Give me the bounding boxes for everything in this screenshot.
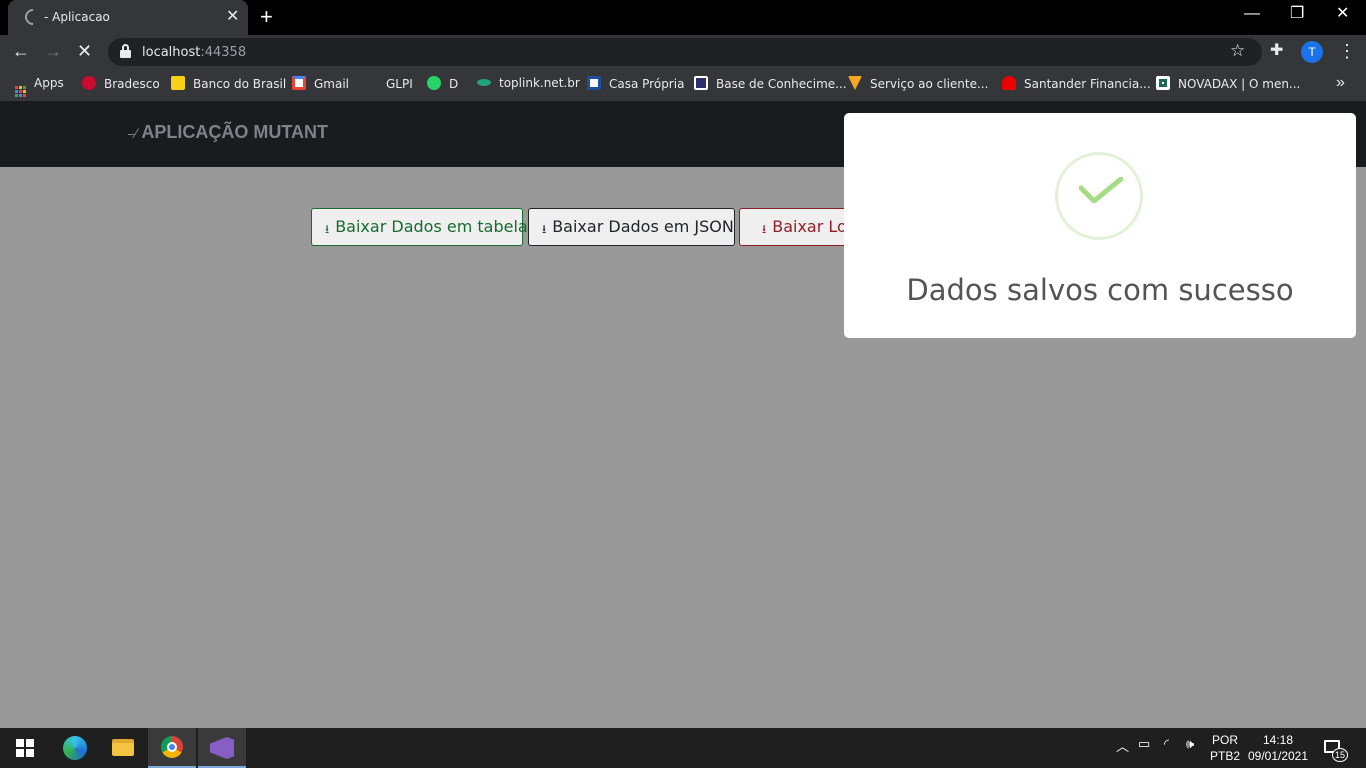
address-bar[interactable]: localhost:44358 ☆ [108,38,1262,66]
bookmark-base-conhecimento[interactable]: Base de Conhecime... [694,76,847,91]
wifi-icon[interactable]: ◜ [1164,736,1169,752]
bb-icon [171,76,185,90]
servico-cliente-icon [848,76,862,90]
bookmark-toplink[interactable]: toplink.net.br [477,76,580,90]
new-tab-button[interactable]: + [260,5,273,29]
bookmark-banco-do-brasil[interactable]: Banco do Brasil [171,76,286,91]
folder-icon [112,739,134,756]
success-popup: Dados salvos com sucesso [844,113,1356,338]
bookmark-label: Bradesco [104,77,160,91]
bookmark-label: Casa Própria [609,77,685,91]
loading-spinner-icon [21,5,45,29]
volume-icon[interactable]: 🕪 [1186,736,1194,752]
bookmark-santander[interactable]: Santander Financia... [1002,76,1151,91]
windows-logo-icon [16,739,34,757]
url-port: :44358 [200,45,247,60]
taskbar-edge[interactable] [51,728,99,768]
bookmark-label: Santander Financia... [1024,77,1151,91]
input-language[interactable]: POR PTB2 [1208,732,1242,764]
start-button[interactable] [0,728,48,768]
minimize-button[interactable]: — [1244,4,1260,24]
bookmark-casa-propria[interactable]: Casa Própria [587,76,684,91]
back-arrow-icon[interactable]: ← [12,40,30,62]
clock-time: 14:18 [1262,733,1294,747]
browser-toolbar: ← → ✕ localhost:44358 ☆ [0,35,1366,68]
bookmark-label: Banco do Brasil [193,77,287,91]
bookmark-gmail[interactable]: Gmail [292,76,349,91]
whatsapp-icon [427,76,441,90]
language-code: POR [1211,733,1238,747]
checkmark-icon [1079,177,1123,203]
tab-title: - Aplicacao [44,10,110,24]
restore-button[interactable]: ❐ [1290,4,1304,24]
bookmark-star-icon[interactable]: ☆ [1230,41,1245,61]
bookmark-servico-cliente[interactable]: Serviço ao cliente... [848,76,988,91]
bookmark-label: GLPI [386,77,413,91]
download-icon: ⭳ [542,222,547,236]
notification-count: 15 [1332,748,1348,762]
bookmark-label: D [449,77,459,91]
download-json-button[interactable]: ⭳ Baixar Dados em JSON [528,208,735,246]
bradesco-icon [82,76,96,90]
novadax-icon [1156,76,1170,90]
visual-studio-icon [210,737,234,759]
download-table-label: Baixar Dados em tabela [335,217,528,236]
lock-icon[interactable] [120,44,131,58]
download-table-button[interactable]: ⭳ Baixar Dados em tabela [311,208,528,246]
download-json-label: Baixar Dados em JSON [552,217,734,236]
bookmarks-overflow-icon[interactable]: » [1336,74,1345,92]
clock-date: 09/01/2021 [1247,749,1309,763]
close-window-button[interactable]: ✕ [1336,4,1349,24]
app-brand[interactable]: ⎯⁄ APLICAÇÃO MUTANT [128,122,328,143]
santander-icon [1002,76,1016,90]
download-icon: ⭳ [762,222,767,236]
bookmark-whatsapp[interactable]: D [427,76,458,91]
brand-text: APLICAÇÃO MUTANT [141,122,328,142]
url-host: localhost [142,45,201,60]
bookmark-apps[interactable]: Apps [15,76,64,97]
bookmark-bradesco[interactable]: Bradesco [82,76,160,91]
download-icon: ⭳ [325,222,330,236]
tab-close-icon[interactable]: ✕ [226,8,239,26]
battery-power-icon[interactable]: ▭ [1138,736,1150,752]
casa-propria-icon [587,76,601,90]
bookmark-label: NOVADAX | O men... [1178,77,1301,91]
bookmark-label: Base de Conhecime... [716,77,847,91]
bookmark-glpi[interactable]: GLPI [364,76,413,91]
chrome-menu-icon[interactable]: ⋮ [1338,40,1356,62]
profile-avatar[interactable]: T [1301,41,1323,63]
windows-taskbar: ︿ ▭ ◜ 🕪 POR PTB2 14:18 09/01/2021 15 [0,728,1366,768]
popup-message: Dados salvos com sucesso [906,273,1294,307]
url-text[interactable]: localhost:44358 [142,45,246,60]
browser-tab[interactable]: - Aplicacao ✕ [8,0,248,35]
bookmark-label: toplink.net.br [499,76,580,90]
base-conhecimento-icon [694,76,708,90]
bookmark-label: Serviço ao cliente... [870,77,989,91]
forward-arrow-icon[interactable]: → [44,40,62,62]
show-hidden-icons-icon[interactable]: ︿ [1116,736,1129,755]
glpi-icon [364,76,378,90]
bookmark-label: Gmail [314,77,350,91]
apps-grid-icon [15,86,26,97]
bookmark-novadax[interactable]: NOVADAX | O men... [1156,76,1300,91]
brand-logo-icon: ⎯⁄ [128,125,138,141]
success-check-icon [1055,152,1143,240]
chrome-icon [161,736,183,758]
toplink-icon [477,79,491,86]
taskbar-file-explorer[interactable] [99,728,147,768]
clock[interactable]: 14:18 09/01/2021 [1246,732,1310,764]
taskbar-visual-studio[interactable] [198,728,246,768]
keyboard-layout: PTB2 [1209,749,1240,763]
stop-loading-icon[interactable]: ✕ [77,40,92,62]
extensions-puzzle-icon[interactable]: ✚ [1270,40,1283,60]
gmail-icon [292,76,306,90]
taskbar-chrome[interactable] [148,728,196,768]
bookmarks-bar: Apps Bradesco Banco do Brasil Gmail GLPI… [0,68,1366,101]
bookmark-label: Apps [34,76,64,90]
action-center[interactable]: 15 [1322,738,1348,762]
tab-strip: - Aplicacao ✕ + — ❐ ✕ [0,0,1366,35]
edge-icon [63,736,87,760]
